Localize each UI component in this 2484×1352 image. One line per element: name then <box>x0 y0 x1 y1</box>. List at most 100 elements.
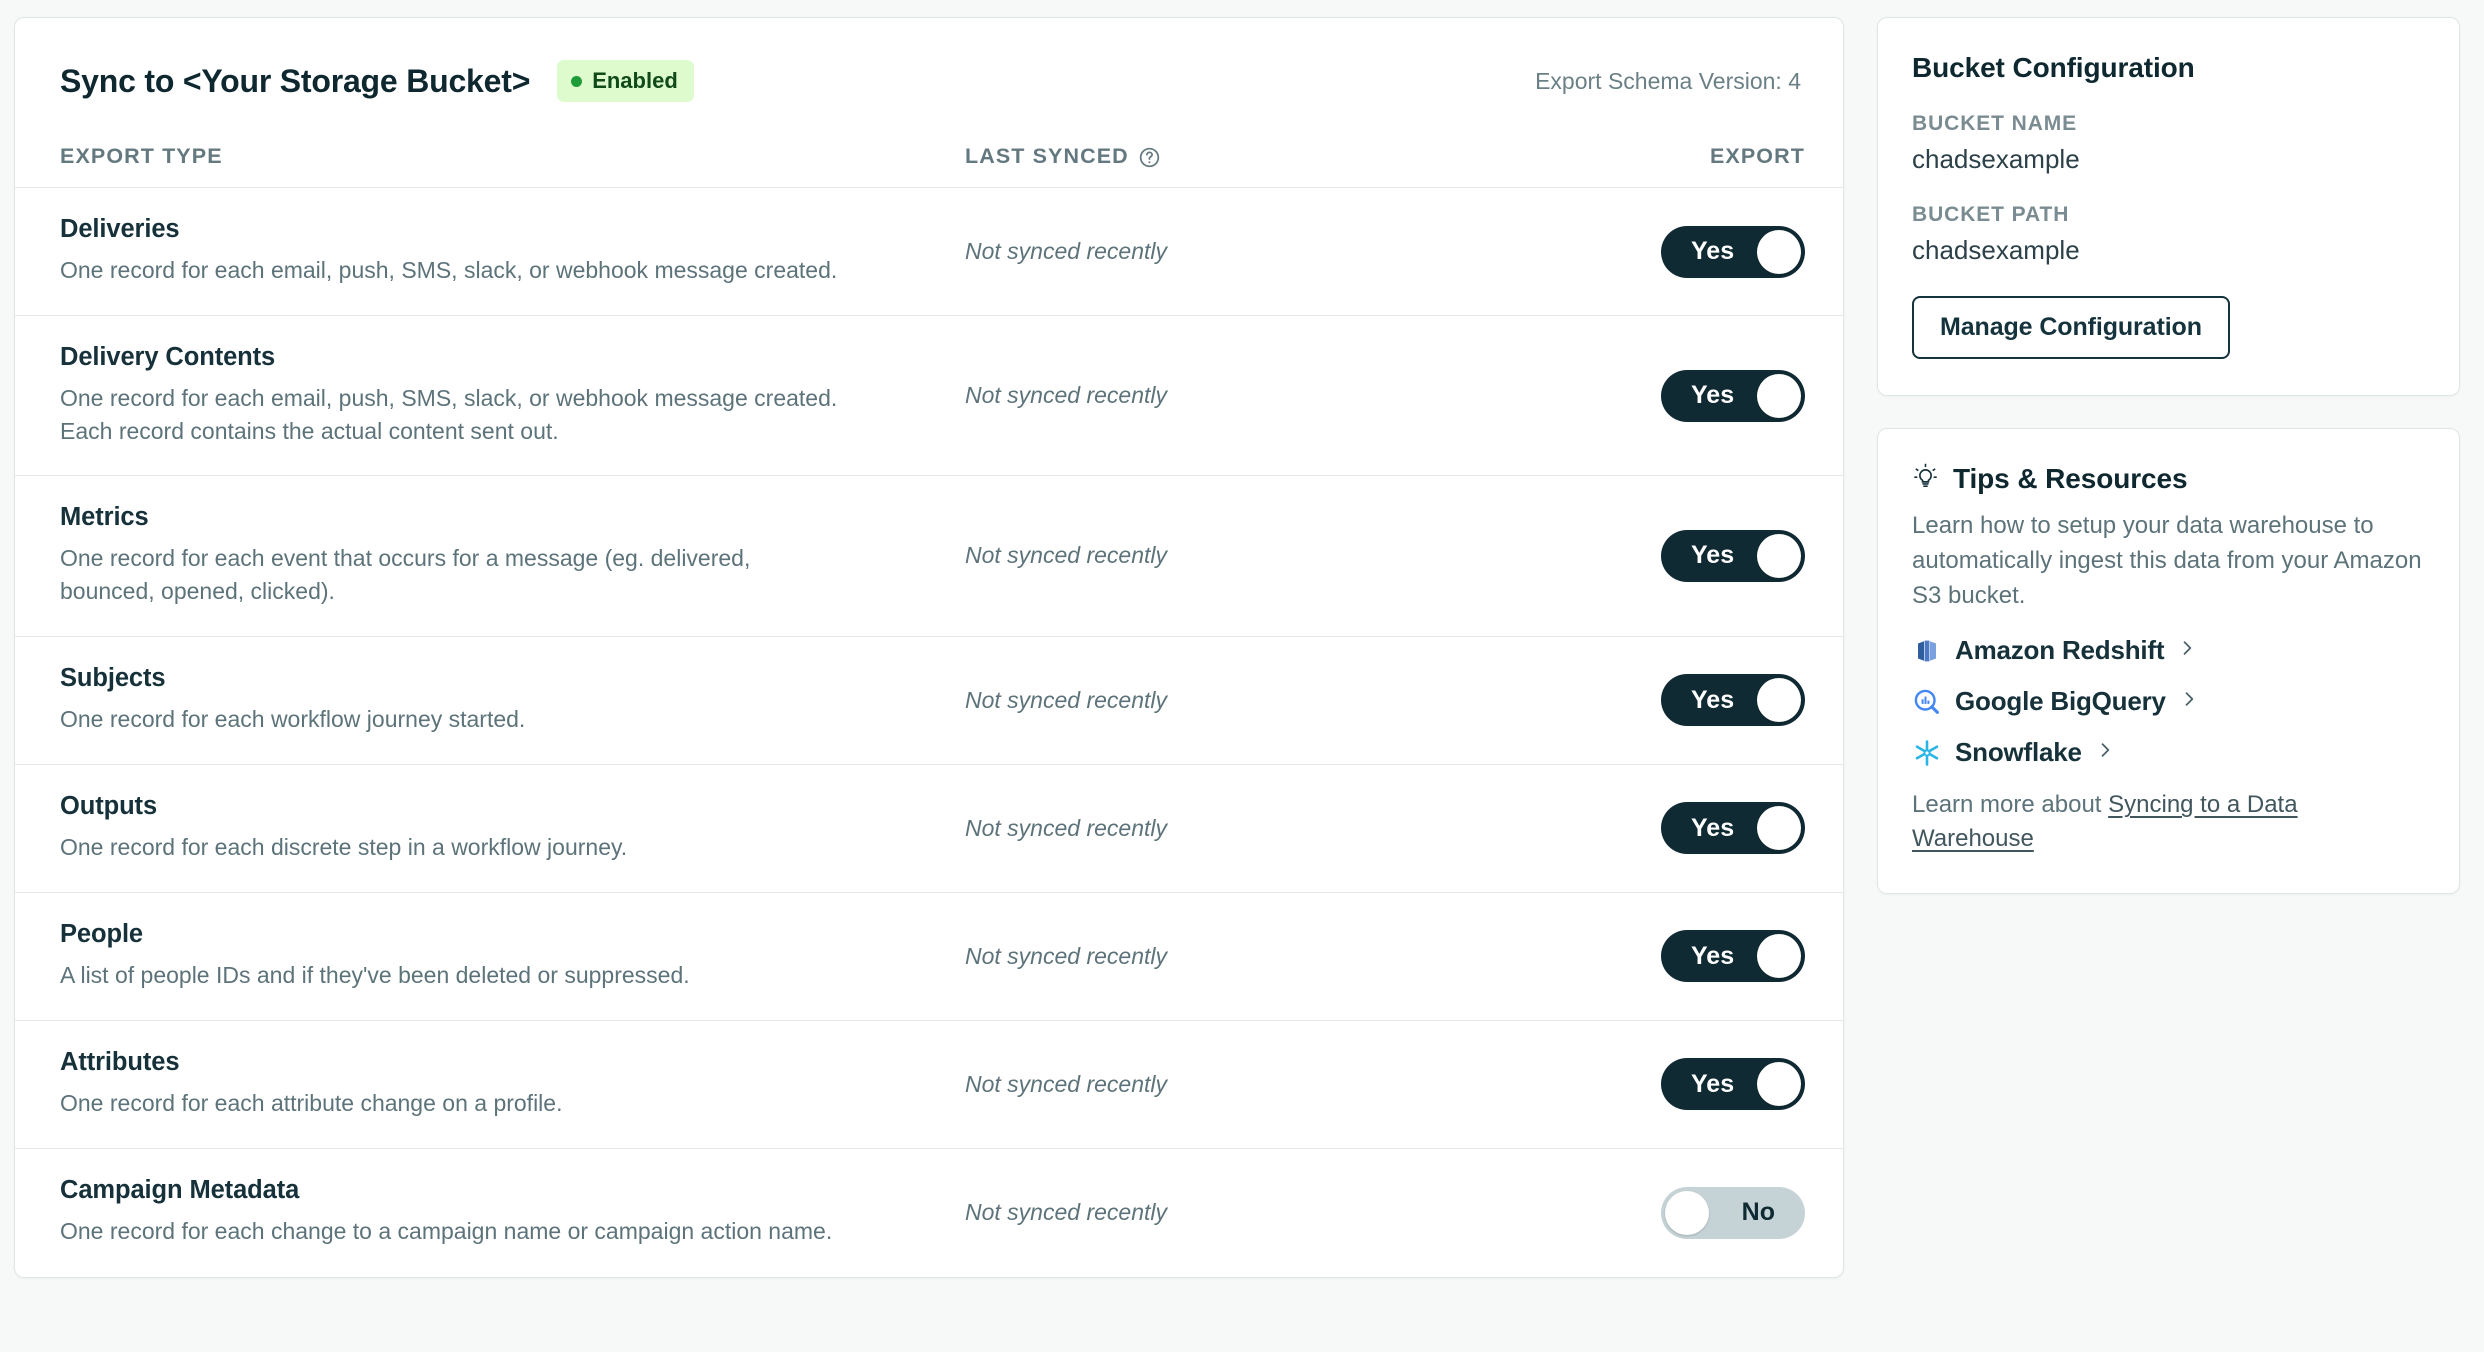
tips-description: Learn how to setup your data warehouse t… <box>1912 512 2422 609</box>
export-type-name: Outputs <box>60 791 158 820</box>
export-type-cell: People A list of people IDs and if they'… <box>60 893 965 1020</box>
export-toggle-label: Yes <box>1691 813 1735 842</box>
learn-more-text: Learn more about Syncing to a Data Wareh… <box>1912 788 2425 856</box>
export-type-name: Deliveries <box>60 215 180 244</box>
export-toggle[interactable]: Yes <box>1661 802 1805 855</box>
last-synced-value: Not synced recently <box>965 942 1167 969</box>
export-type-description: One record for each discrete step in a w… <box>60 833 628 860</box>
last-synced-value: Not synced recently <box>965 542 1167 569</box>
export-type-description: A list of people IDs and if they've been… <box>60 961 690 988</box>
export-toggle-cell: Yes <box>1545 1058 1805 1111</box>
google-bigquery-icon <box>1912 687 1942 717</box>
export-type-description: One record for each change to a campaign… <box>60 1218 833 1245</box>
export-toggle-cell: Yes <box>1545 369 1805 422</box>
manage-configuration-button[interactable]: Manage Configuration <box>1912 296 2230 359</box>
toggle-knob <box>1757 373 1801 418</box>
column-header-last-synced-label: LAST SYNCED <box>965 144 1129 168</box>
export-toggle[interactable]: Yes <box>1661 529 1805 582</box>
export-type-name: People <box>60 919 144 948</box>
toggle-knob <box>1757 533 1801 578</box>
export-type-name: Attributes <box>60 1047 180 1076</box>
amazon-redshift-icon <box>1912 636 1942 666</box>
export-type-cell: Subjects One record for each workflow jo… <box>60 637 965 764</box>
export-type-description: One record for each workflow journey sta… <box>60 705 526 732</box>
export-schema-version: Export Schema Version: 4 <box>1535 67 1801 94</box>
table-row: Attributes One record for each attribute… <box>15 1021 1843 1149</box>
resource-link-label: Google BigQuery <box>1955 686 2166 717</box>
column-header-export-type: EXPORT TYPE <box>60 144 223 168</box>
table-row: Subjects One record for each workflow jo… <box>15 637 1843 765</box>
bucket-name-label: BUCKET NAME <box>1912 112 2078 135</box>
resource-link-amazon-redshift[interactable]: Amazon Redshift <box>1912 635 2425 666</box>
chevron-right-icon <box>2177 638 2197 663</box>
last-synced-value: Not synced recently <box>965 1199 1167 1226</box>
toggle-knob <box>1757 1062 1801 1107</box>
last-synced-value: Not synced recently <box>965 238 1167 264</box>
status-badge-label: Enabled <box>592 68 678 93</box>
chevron-right-icon <box>2095 740 2115 765</box>
export-type-description: One record for each email, push, SMS, sl… <box>60 385 838 444</box>
last-synced-value: Not synced recently <box>965 686 1167 713</box>
export-toggle-cell: Yes <box>1545 674 1805 727</box>
status-dot-icon <box>571 75 583 87</box>
export-toggle[interactable]: Yes <box>1661 369 1805 422</box>
export-toggle-cell: No <box>1545 1186 1805 1239</box>
export-toggle-cell: Yes <box>1545 930 1805 983</box>
export-type-cell: Deliveries One record for each email, pu… <box>60 188 965 315</box>
table-row: Metrics One record for each event that o… <box>15 476 1843 637</box>
toggle-knob <box>1757 806 1801 851</box>
resource-link-label: Snowflake <box>1955 737 2082 768</box>
export-type-cell: Delivery Contents One record for each em… <box>60 316 965 475</box>
status-badge: Enabled <box>557 60 694 102</box>
export-type-description: One record for each event that occurs fo… <box>60 545 751 604</box>
bucket-path-label: BUCKET PATH <box>1912 203 2070 226</box>
export-toggle-cell: Yes <box>1545 225 1805 278</box>
bucket-configuration-title: Bucket Configuration <box>1912 52 2195 83</box>
export-toggle[interactable]: No <box>1661 1186 1805 1239</box>
toggle-knob <box>1757 229 1801 274</box>
page-root: Sync to <Your Storage Bucket> Enabled Ex… <box>0 0 2484 1352</box>
table-row: Campaign Metadata One record for each ch… <box>15 1149 1843 1277</box>
export-toggle-cell: Yes <box>1545 529 1805 582</box>
export-toggle[interactable]: Yes <box>1661 1058 1805 1111</box>
export-toggle[interactable]: Yes <box>1661 225 1805 278</box>
tips-header: Tips & Resources <box>1912 463 2425 495</box>
export-toggle-label: Yes <box>1691 381 1735 410</box>
last-synced-value: Not synced recently <box>965 1070 1167 1097</box>
bucket-name-value: chadsexample <box>1912 144 2080 174</box>
export-type-cell: Metrics One record for each event that o… <box>60 476 965 635</box>
export-toggle-label: Yes <box>1691 1069 1735 1098</box>
toggle-knob <box>1757 934 1801 979</box>
export-type-name: Metrics <box>60 503 149 532</box>
export-toggle-cell: Yes <box>1545 802 1805 855</box>
table-row: Outputs One record for each discrete ste… <box>15 765 1843 893</box>
export-type-description: One record for each email, push, SMS, sl… <box>60 257 838 284</box>
sidebar: Bucket Configuration BUCKET NAME chadsex… <box>1877 17 2460 894</box>
export-type-description: One record for each attribute change on … <box>60 1089 563 1116</box>
column-header-export: EXPORT <box>1709 144 1805 168</box>
lightbulb-icon <box>1912 463 1939 495</box>
export-toggle-label: Yes <box>1691 237 1735 265</box>
table-row: Delivery Contents One record for each em… <box>15 316 1843 477</box>
export-type-name: Subjects <box>60 663 166 692</box>
export-toggle[interactable]: Yes <box>1661 674 1805 727</box>
table-row: People A list of people IDs and if they'… <box>15 893 1843 1021</box>
export-toggle[interactable]: Yes <box>1661 930 1805 983</box>
bucket-configuration-card: Bucket Configuration BUCKET NAME chadsex… <box>1877 17 2460 396</box>
export-toggle-label: Yes <box>1691 685 1735 714</box>
resource-link-google-bigquery[interactable]: Google BigQuery <box>1912 686 2425 717</box>
export-type-cell: Campaign Metadata One record for each ch… <box>60 1149 965 1276</box>
export-type-cell: Attributes One record for each attribute… <box>60 1021 965 1148</box>
tips-title: Tips & Resources <box>1953 463 2188 494</box>
page-title: Sync to <Your Storage Bucket> <box>60 62 531 99</box>
sync-card: Sync to <Your Storage Bucket> Enabled Ex… <box>14 17 1844 1278</box>
chevron-right-icon <box>2179 689 2199 714</box>
resource-link-snowflake[interactable]: Snowflake <box>1912 737 2425 768</box>
export-type-name: Delivery Contents <box>60 343 276 371</box>
learn-more-prefix: Learn more about <box>1912 791 2109 819</box>
help-circle-icon[interactable] <box>1138 146 1161 169</box>
bucket-path-value: chadsexample <box>1912 235 2080 265</box>
export-type-name: Campaign Metadata <box>60 1176 300 1205</box>
sync-card-header: Sync to <Your Storage Bucket> Enabled Ex… <box>15 18 1843 110</box>
toggle-knob <box>1757 678 1801 723</box>
